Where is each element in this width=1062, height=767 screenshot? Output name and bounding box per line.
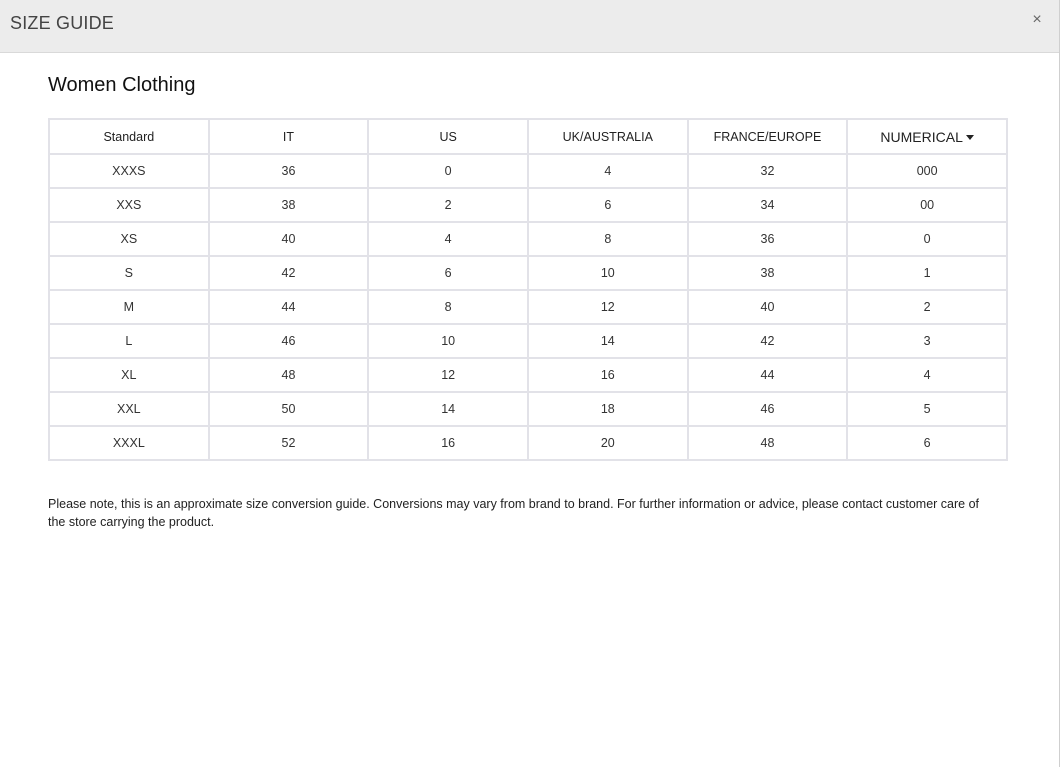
- table-row: XXXS 36 0 4 32 000: [48, 153, 1008, 189]
- caret-down-icon: [965, 134, 974, 140]
- table-cell: 38: [207, 187, 370, 223]
- table-cell: XXXL: [48, 425, 210, 461]
- table-cell: 40: [686, 289, 849, 325]
- table-cell: 2: [367, 187, 529, 223]
- header-uk-australia: UK/AUSTRALIA: [526, 118, 689, 155]
- table-row: XL 48 12 16 44 4: [48, 357, 1008, 393]
- table-cell: 36: [207, 153, 370, 189]
- table-cell: 00: [846, 187, 1008, 223]
- table-cell: XS: [48, 221, 210, 257]
- table-cell: 3: [846, 323, 1008, 359]
- table-cell: 4: [846, 357, 1008, 393]
- table-row: S 42 6 10 38 1: [48, 255, 1008, 291]
- table-cell: XXS: [48, 187, 210, 223]
- table-row: XS 40 4 8 36 0: [48, 221, 1008, 257]
- table-cell: 12: [526, 289, 689, 325]
- table-cell: 2: [846, 289, 1008, 325]
- table-cell: 38: [686, 255, 849, 291]
- table-cell: 52: [207, 425, 370, 461]
- table-cell: 50: [207, 391, 370, 427]
- table-cell: 34: [686, 187, 849, 223]
- header-france-europe: FRANCE/EUROPE: [686, 118, 849, 155]
- table-cell: 44: [686, 357, 849, 393]
- table-cell: 48: [686, 425, 849, 461]
- table-row: XXS 38 2 6 34 00: [48, 187, 1008, 223]
- table-cell: 0: [846, 221, 1008, 257]
- table-cell: XL: [48, 357, 210, 393]
- table-cell: 5: [846, 391, 1008, 427]
- table-cell: 18: [526, 391, 689, 427]
- table-row: XXXL 52 16 20 48 6: [48, 425, 1008, 461]
- table-cell: 46: [207, 323, 370, 359]
- table-cell: 36: [686, 221, 849, 257]
- table-cell: 6: [367, 255, 529, 291]
- table-cell: 40: [207, 221, 370, 257]
- header-standard: Standard: [48, 118, 210, 155]
- table-cell: 10: [526, 255, 689, 291]
- size-table: Standard IT US UK/AUSTRALIA FRANCE/EUROP…: [48, 118, 1008, 461]
- table-cell: XXL: [48, 391, 210, 427]
- table-cell: 32: [686, 153, 849, 189]
- table-cell: 14: [367, 391, 529, 427]
- table-cell: 42: [686, 323, 849, 359]
- table-cell: M: [48, 289, 210, 325]
- numerical-dropdown-label: NUMERICAL: [880, 128, 963, 145]
- table-cell: 6: [526, 187, 689, 223]
- numerical-dropdown[interactable]: NUMERICAL: [846, 118, 1008, 155]
- table-cell: 20: [526, 425, 689, 461]
- table-cell: L: [48, 323, 210, 359]
- table-cell: 6: [846, 425, 1008, 461]
- table-cell: S: [48, 255, 210, 291]
- table-body: XXXS 36 0 4 32 000 XXS 38 2 6 34 00 XS 40 4 8 36 0 S 42 6 10 3…: [48, 153, 1008, 461]
- table-cell: XXXS: [48, 153, 210, 189]
- table-row: M 44 8 12 40 2: [48, 289, 1008, 325]
- table-cell: 000: [846, 153, 1008, 189]
- size-guide-modal: SIZE GUIDE × Women Clothing Standard IT …: [0, 0, 1060, 767]
- header-us: US: [367, 118, 529, 155]
- table-cell: 48: [207, 357, 370, 393]
- section-title: Women Clothing: [48, 74, 196, 96]
- modal-title: SIZE GUIDE: [10, 13, 115, 33]
- table-row: L 46 10 14 42 3: [48, 323, 1008, 359]
- table-cell: 8: [367, 289, 529, 325]
- table-cell: 12: [367, 357, 529, 393]
- table-cell: 0: [367, 153, 529, 189]
- close-icon[interactable]: ×: [1029, 12, 1045, 28]
- table-cell: 8: [526, 221, 689, 257]
- table-cell: 4: [526, 153, 689, 189]
- disclaimer-note: Please note, this is an approximate size…: [48, 497, 980, 529]
- table-row: XXL 50 14 18 46 5: [48, 391, 1008, 427]
- table-cell: 10: [367, 323, 529, 359]
- table-cell: 42: [207, 255, 370, 291]
- table-cell: 16: [526, 357, 689, 393]
- table-cell: 4: [367, 221, 529, 257]
- table-cell: 44: [207, 289, 370, 325]
- header-it: IT: [207, 118, 370, 155]
- table-header-row: Standard IT US UK/AUSTRALIA FRANCE/EUROP…: [48, 118, 1008, 155]
- table-cell: 1: [846, 255, 1008, 291]
- table-cell: 16: [367, 425, 529, 461]
- table-cell: 46: [686, 391, 849, 427]
- table-cell: 14: [526, 323, 689, 359]
- modal-header: SIZE GUIDE ×: [0, 0, 1059, 53]
